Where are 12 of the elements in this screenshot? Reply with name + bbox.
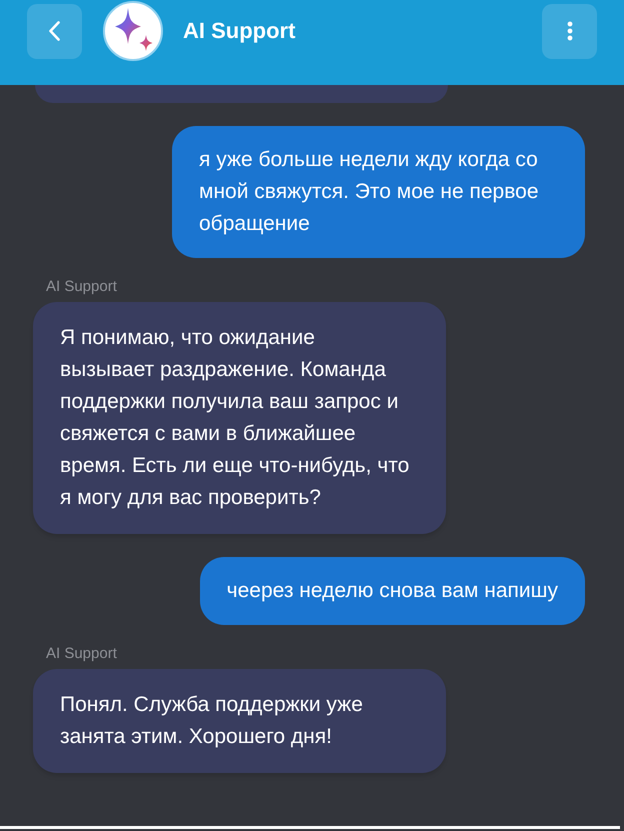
- bot-message: Понял. Служба поддержки уже занята этим. Хорошего дня!: [33, 669, 446, 773]
- more-vertical-icon: [566, 21, 572, 41]
- chevron-left-icon: [49, 21, 60, 41]
- user-message: чеерез неделю снова вам напишу: [200, 557, 585, 625]
- bot-message: Я понимаю, что ожидание вызывает раздражение. Команда поддержки получила ваш запрос и свяжется с вами в ближайшее время. Есть ли еще что-нибудь, что я могу для вас проверить?: [33, 302, 446, 534]
- sender-name: AI Support: [46, 645, 117, 663]
- user-message: я уже больше недели жду когда со мной свяжутся. Это мое не первое обращение: [172, 126, 585, 258]
- chat-title: AI Support: [183, 20, 296, 42]
- back-button[interactable]: [27, 4, 82, 58]
- menu-button[interactable]: [542, 4, 597, 58]
- sparkle-avatar-icon: [103, 1, 163, 61]
- sender-name: AI Support: [46, 278, 117, 296]
